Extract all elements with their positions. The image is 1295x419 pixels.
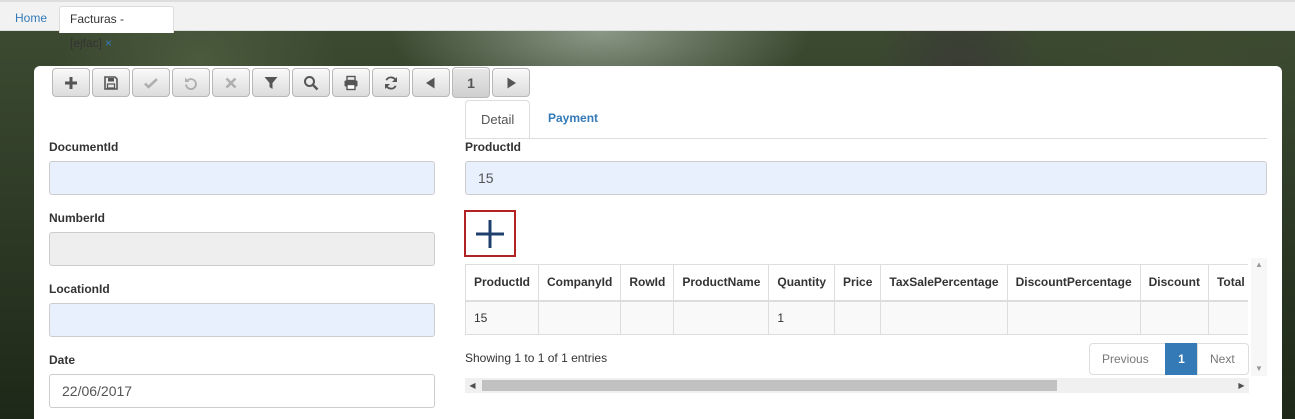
col-header[interactable]: Discount [1139, 264, 1209, 302]
col-header[interactable]: TaxSalePercentage [880, 264, 1008, 302]
prev-icon [426, 77, 435, 88]
date-label: Date [49, 353, 76, 367]
tab-home[interactable]: Home [5, 7, 57, 31]
col-header[interactable]: Quantity [768, 264, 836, 302]
print-button[interactable] [332, 68, 370, 97]
tab-divider [465, 138, 1267, 139]
horizontal-scrollbar[interactable]: ◀ ▶ [465, 378, 1249, 393]
cancel-button[interactable] [212, 68, 250, 97]
plus-icon [65, 76, 77, 89]
table-cell: 1 [768, 300, 836, 335]
table-cell [1207, 300, 1248, 335]
table-cell: 15 [465, 300, 539, 335]
scroll-down-icon[interactable]: ▼ [1251, 362, 1267, 376]
scroll-left-icon[interactable]: ◀ [465, 378, 480, 393]
tab-bar: Home Facturas -[ejfac] × [0, 0, 1295, 50]
col-header[interactable]: ProductName [673, 264, 770, 302]
next-icon [507, 77, 516, 88]
document-id-field[interactable] [49, 161, 435, 195]
table-cell [537, 300, 622, 335]
scrollbar-thumb[interactable] [482, 380, 1057, 391]
col-header[interactable]: Price [834, 264, 882, 302]
print-icon [344, 75, 358, 90]
confirm-button[interactable] [132, 68, 170, 97]
previous-page-button[interactable]: Previous [1089, 343, 1166, 375]
table-cell [880, 300, 1008, 335]
add-button[interactable] [52, 68, 90, 97]
tab-payment[interactable]: Payment [533, 100, 613, 139]
vertical-scrollbar[interactable]: ▲ ▼ [1251, 258, 1267, 376]
location-id-label: LocationId [49, 282, 110, 296]
location-id-field[interactable] [49, 303, 435, 337]
check-icon [144, 77, 158, 89]
refresh-icon [385, 76, 397, 89]
col-header[interactable]: ProductId [465, 264, 539, 302]
save-button[interactable] [92, 68, 130, 97]
grid-header-row: ProductId CompanyId RowId ProductName Qu… [465, 264, 1248, 302]
search-button[interactable] [292, 68, 330, 97]
search-icon [304, 75, 319, 90]
plus-icon [476, 219, 504, 248]
product-id-label: ProductId [465, 140, 521, 154]
date-field[interactable]: 22/06/2017 [49, 374, 435, 408]
col-header[interactable]: Total [1207, 264, 1248, 302]
table-cell [1139, 300, 1209, 335]
table-cell [1006, 300, 1141, 335]
col-header[interactable]: CompanyId [537, 264, 622, 302]
tab-facturas[interactable]: Facturas -[ejfac] × [59, 6, 174, 50]
undo-icon [185, 77, 197, 90]
record-page-indicator: 1 [452, 67, 490, 98]
table-cell [673, 300, 770, 335]
table-cell [834, 300, 882, 335]
scroll-right-icon[interactable]: ▶ [1234, 378, 1249, 393]
table-cell [620, 300, 675, 335]
refresh-button[interactable] [372, 68, 410, 97]
grid-info: Showing 1 to 1 of 1 entries [465, 351, 608, 365]
next-page-button[interactable]: Next [1197, 343, 1249, 375]
add-row-button[interactable] [464, 210, 516, 257]
col-header[interactable]: RowId [620, 264, 675, 302]
filter-icon [264, 76, 278, 89]
document-id-label: DocumentId [49, 140, 119, 154]
next-record-button[interactable] [492, 68, 530, 97]
number-id-field[interactable] [49, 232, 435, 266]
tab-detail[interactable]: Detail [465, 100, 530, 139]
scroll-up-icon[interactable]: ▲ [1251, 258, 1267, 272]
current-page-button[interactable]: 1 [1165, 343, 1198, 375]
detail-grid: ProductId CompanyId RowId ProductName Qu… [465, 264, 1248, 336]
filter-button[interactable] [252, 68, 290, 97]
undo-button[interactable] [172, 68, 210, 97]
product-id-field[interactable]: 15 [465, 161, 1267, 195]
close-icon [225, 77, 237, 88]
save-icon [104, 75, 118, 90]
table-row[interactable]: 15 1 [465, 300, 1248, 335]
previous-record-button[interactable] [412, 68, 450, 97]
number-id-label: NumberId [49, 211, 106, 225]
col-header[interactable]: DiscountPercentage [1006, 264, 1141, 302]
tab-close-icon[interactable]: × [105, 36, 112, 50]
